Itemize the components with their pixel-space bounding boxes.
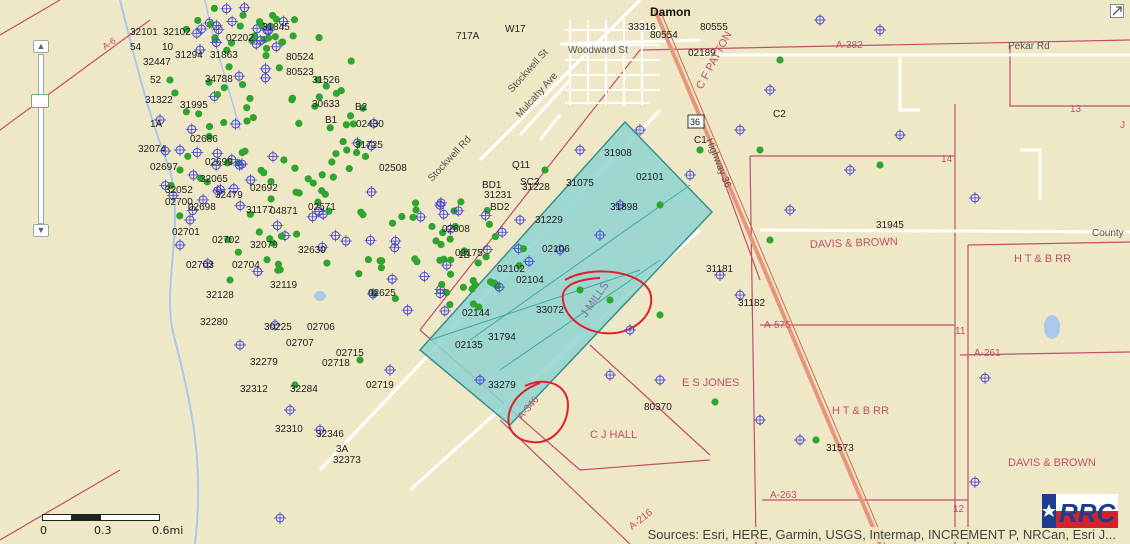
survey-name-label: J MILLS	[579, 280, 612, 320]
scale-segment	[71, 514, 101, 521]
section-number-label: 11	[955, 326, 966, 337]
rrc-logo-icon: RRC	[1042, 494, 1118, 528]
highway-shield-label: 36	[690, 117, 700, 127]
highway-label: Highway 36	[703, 137, 733, 190]
scale-label: 0.3	[94, 524, 112, 537]
street-label: Stockwell Rd	[426, 134, 473, 184]
scale-segment	[42, 514, 72, 521]
scale-bar: 0 0.3 0.6mi	[40, 512, 183, 537]
survey-name-label: H T & B RR	[832, 405, 889, 417]
zoom-in-icon[interactable]: ▲	[33, 40, 49, 53]
survey-name-label: H T & B RR	[1014, 253, 1071, 265]
survey-abstract-label: A-263	[770, 490, 797, 501]
section-number-label: 14	[941, 154, 953, 165]
logo-text: RRC	[1059, 498, 1117, 528]
survey-name-label: DAVIS & BROWN	[810, 236, 898, 251]
map-view[interactable]: 32101 32102 54 10 31294 31863 32447 52 31322 1A 31…	[0, 0, 1130, 544]
survey-name-label: E S JONES	[682, 377, 739, 389]
scale-label: 0.6mi	[152, 524, 184, 537]
zoom-track[interactable]	[38, 54, 44, 224]
town-label: Damon	[650, 5, 691, 19]
survey-abstract-label: A-6	[100, 35, 117, 51]
survey-name-label: C J HALL	[590, 429, 637, 441]
survey-name-label: C F PATTON	[694, 30, 734, 92]
street-label: County	[1092, 228, 1124, 239]
map-attribution: Sources: Esri, HERE, Garmin, USGS, Inter…	[645, 527, 1118, 542]
street-label: Woodward St	[568, 45, 628, 56]
zoom-slider[interactable]: ▲ ▼	[31, 40, 49, 237]
section-number-label: 12	[953, 504, 965, 515]
zoom-out-icon[interactable]: ▼	[33, 224, 49, 237]
survey-abstract-label: A-575	[764, 320, 791, 331]
survey-name-label: DAVIS & BROWN	[1008, 457, 1096, 469]
scale-segment	[100, 514, 160, 521]
zoom-handle[interactable]	[31, 94, 49, 108]
section-number-label: 13	[1070, 104, 1082, 115]
survey-abstract-label: A-382	[836, 40, 863, 51]
survey-abstract-label: A-346	[516, 394, 542, 422]
scale-label: 0	[40, 524, 47, 537]
street-label: Pekar Rd	[1008, 41, 1050, 52]
map-labels: Damon Woodward St Stockwell St Mulcahy A…	[100, 5, 1125, 532]
survey-abstract-label: A-261	[974, 348, 1001, 359]
expand-icon[interactable]	[1110, 4, 1124, 18]
